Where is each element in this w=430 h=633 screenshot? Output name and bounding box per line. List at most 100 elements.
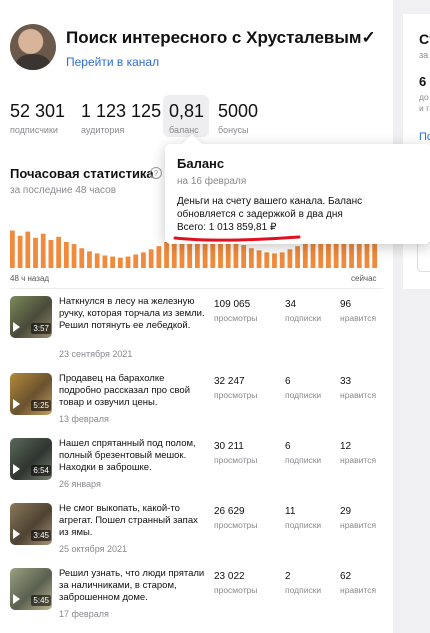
likes-metric: 12 нравится [340, 441, 376, 465]
stat-audience[interactable]: 1 123 125 аудитория [81, 101, 161, 135]
hourly-bar[interactable] [256, 250, 262, 268]
subs-metric: 2 подписки [285, 571, 321, 595]
hourly-bar[interactable] [63, 242, 69, 268]
subs-metric: 6 подписки [285, 441, 321, 465]
side-card-link[interactable]: По [419, 131, 430, 143]
video-title[interactable]: Нашел спрятанный под полом, полный брезе… [59, 438, 207, 474]
likes-label: нравится [340, 585, 377, 595]
hourly-bar[interactable] [241, 245, 247, 268]
hourly-bar[interactable] [25, 231, 31, 268]
chart-axis-start-label: 48 ч назад [10, 274, 50, 283]
video-date: 13 февраля [59, 414, 109, 424]
side-card-input[interactable] [417, 242, 430, 272]
likes-metric: 33 нравится [340, 376, 376, 400]
hourly-stats-title: Почасовая статистика [10, 166, 154, 181]
hourly-bar[interactable] [148, 249, 154, 268]
hourly-bar[interactable] [10, 230, 15, 268]
views-label: просмотры [214, 520, 258, 530]
video-duration: 3:57 [31, 323, 51, 334]
hourly-bar[interactable] [117, 257, 123, 268]
video-row[interactable]: 5:45 Решил узнать, что люди прятали за н… [10, 568, 390, 633]
go-to-channel-link[interactable]: Перейти в канал [66, 55, 159, 69]
hourly-bar[interactable] [125, 256, 131, 268]
likes-label: нравится [340, 390, 377, 400]
video-thumbnail[interactable]: 5:45 [10, 568, 52, 610]
video-title[interactable]: Не смог выкопать, какой-то агрегат. Поше… [59, 503, 207, 539]
tooltip-description: Деньги на счету вашего канала. Баланс об… [177, 196, 363, 220]
subs-metric: 6 подписки [285, 376, 321, 400]
stat-bonuses[interactable]: 5000 бонусы [218, 101, 258, 135]
subs-label: подписки [285, 313, 322, 323]
views-metric: 23 022 просмотры [214, 571, 257, 595]
stat-subscribers[interactable]: 52 301 подписчики [10, 101, 65, 135]
video-thumbnail[interactable]: 6:54 [10, 438, 52, 480]
stat-label: подписчики [10, 125, 58, 135]
views-value: 23 022 [214, 571, 245, 582]
hourly-bar[interactable] [56, 236, 62, 268]
side-card-text: до и г [419, 92, 429, 114]
video-row[interactable]: 5:25 Продавец на барахолке подробно расс… [10, 373, 390, 441]
likes-value: 29 [340, 506, 352, 517]
hourly-bar[interactable] [102, 255, 108, 268]
hourly-bar[interactable] [17, 235, 23, 268]
hourly-bar[interactable] [264, 252, 270, 268]
views-value: 32 247 [214, 376, 245, 387]
hourly-bar[interactable] [156, 246, 162, 268]
hourly-bar[interactable] [302, 242, 308, 268]
side-card-subtitle: за [419, 50, 429, 60]
side-card-value: 6 [419, 74, 427, 89]
video-title[interactable]: Наткнулся в лесу на железную ручку, кото… [59, 296, 207, 332]
hourly-bar[interactable] [141, 252, 146, 268]
video-thumbnail[interactable]: 3:57 [10, 296, 52, 338]
video-thumbnail[interactable]: 5:25 [10, 373, 52, 415]
hourly-bar[interactable] [295, 246, 300, 268]
video-duration: 5:45 [31, 595, 51, 606]
red-underline-annotation [173, 235, 301, 242]
video-date: 17 февраля [59, 609, 109, 619]
side-card-line-1: до [419, 92, 429, 102]
likes-value: 96 [340, 299, 352, 310]
hourly-bar[interactable] [272, 253, 277, 268]
views-label: просмотры [214, 455, 258, 465]
hourly-bar[interactable] [287, 249, 293, 268]
video-duration: 5:25 [31, 400, 51, 411]
help-icon[interactable]: ? [150, 167, 162, 179]
hourly-bar[interactable] [48, 239, 54, 268]
play-icon [13, 399, 20, 409]
hourly-bar[interactable] [40, 233, 46, 268]
hourly-bar[interactable] [248, 248, 254, 268]
hourly-bar[interactable] [233, 242, 239, 268]
video-title[interactable]: Решил узнать, что люди прятали за наличн… [59, 568, 207, 604]
likes-metric: 29 нравится [340, 506, 376, 530]
hourly-bar[interactable] [33, 237, 38, 268]
hourly-bar[interactable] [164, 242, 169, 268]
subs-value: 2 [285, 571, 291, 582]
hourly-bar[interactable] [71, 244, 77, 268]
likes-metric: 96 нравится [340, 299, 376, 323]
stat-label: баланс [169, 125, 199, 135]
views-label: просмотры [214, 313, 258, 323]
hourly-bar[interactable] [279, 252, 285, 268]
video-title[interactable]: Продавец на барахолке подробно рассказал… [59, 373, 207, 409]
video-thumbnail[interactable]: 3:45 [10, 503, 52, 545]
subs-label: подписки [285, 390, 322, 400]
views-metric: 109 065 просмотры [214, 299, 257, 323]
avatar[interactable] [10, 24, 56, 70]
likes-label: нравится [340, 455, 377, 465]
video-duration: 6:54 [31, 465, 51, 476]
tooltip-total: Всего: 1 013 859,81 ₽ [177, 222, 277, 233]
hourly-bar[interactable] [87, 251, 92, 268]
stat-value: 5000 [218, 101, 259, 121]
hourly-bar[interactable] [110, 256, 115, 268]
subs-value: 11 [285, 506, 296, 517]
likes-metric: 62 нравится [340, 571, 376, 595]
hourly-bar[interactable] [94, 253, 100, 268]
video-row[interactable]: 6:54 Нашел спрятанный под полом, полный … [10, 438, 390, 506]
video-row[interactable]: 3:57 Наткнулся в лесу на железную ручку,… [10, 296, 390, 364]
hourly-bar[interactable] [133, 254, 139, 268]
subs-metric: 11 подписки [285, 506, 321, 530]
video-row[interactable]: 3:45 Не смог выкопать, какой-то агрегат.… [10, 503, 390, 571]
hourly-bar[interactable] [79, 248, 85, 268]
stat-balance[interactable]: 0,81 баланс [163, 95, 209, 137]
views-metric: 30 211 просмотры [214, 441, 257, 465]
